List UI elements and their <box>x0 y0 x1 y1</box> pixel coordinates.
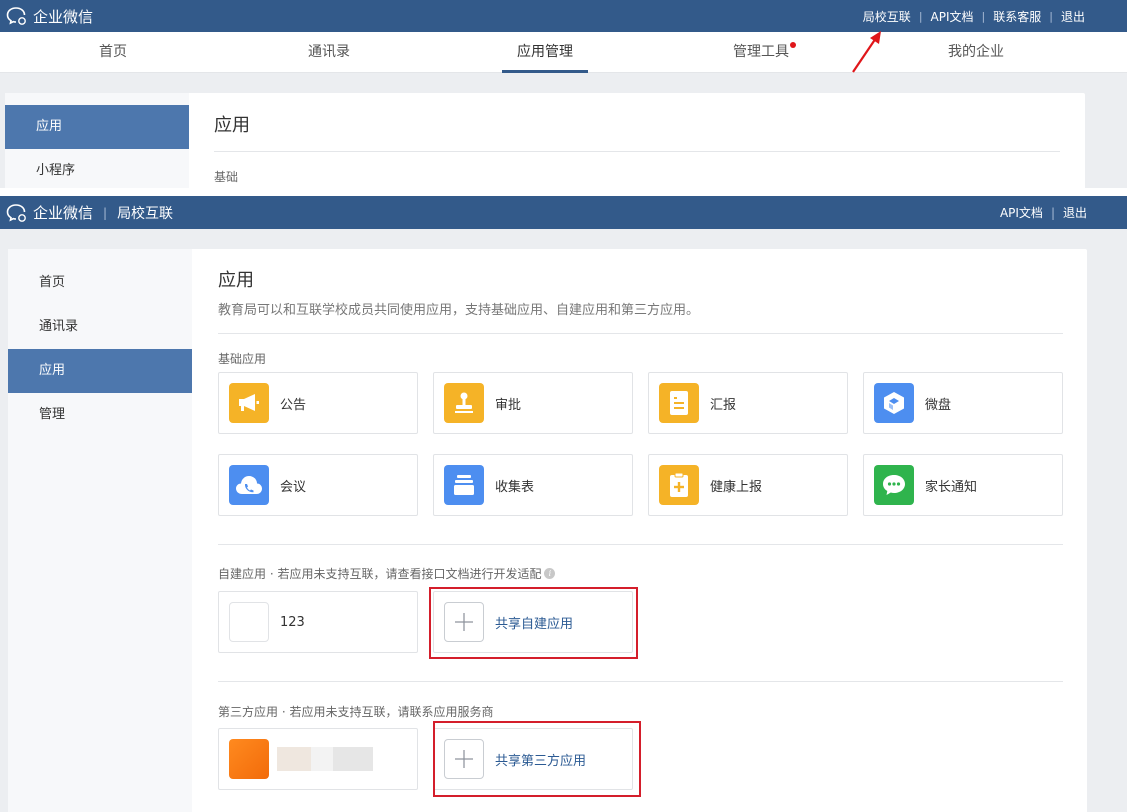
bottom-header-bar: 企业微信 | 局校互联 API文档 | 退出 <box>0 196 1127 229</box>
wecom-logo-icon <box>6 203 26 222</box>
basic-apps-label: 基础应用 <box>218 352 267 366</box>
app-tile-third-party[interactable] <box>218 728 418 790</box>
page-title: 应用 <box>214 115 250 136</box>
custom-apps-label: 自建应用 · 若应用未支持互联，请查看接口文档进行开发适配 i <box>218 565 556 582</box>
link-contact-support[interactable]: 联系客服 <box>993 8 1041 25</box>
wecom-logo-icon <box>6 7 26 25</box>
separator: | <box>103 205 108 220</box>
app-tile-announcement[interactable]: 公告 <box>218 372 418 434</box>
page-title: 应用 <box>218 270 254 291</box>
brand-subtitle: 局校互联 <box>117 205 174 222</box>
separator: | <box>918 9 923 23</box>
divider <box>218 544 1063 545</box>
main-nav: 首页 通讯录 应用管理 管理工具 我的企业 <box>0 32 1127 73</box>
bottom-content-card: 首页 通讯录 应用 管理 应用 教育局可以和互联学校成员共同使用应用，支持基础应… <box>8 249 1087 812</box>
link-api-docs[interactable]: API文档 <box>931 8 974 25</box>
cloud-phone-icon <box>229 465 269 505</box>
sidebar-item-home[interactable]: 首页 <box>8 261 192 305</box>
blurred-app-name <box>277 747 373 771</box>
cube-drive-icon <box>874 383 914 423</box>
top-links: API文档 | 退出 <box>1000 196 1087 229</box>
page-description: 教育局可以和互联学校成员共同使用应用，支持基础应用、自建应用和第三方应用。 <box>218 303 700 318</box>
app-tile-health-report[interactable]: 健康上报 <box>648 454 848 516</box>
divider <box>214 151 1060 152</box>
top-screenshot: 企业微信 局校互联 | API文档 | 联系客服 | 退出 首页 通讯录 应用管… <box>0 0 1127 188</box>
app-tile-report[interactable]: 汇报 <box>648 372 848 434</box>
separator: | <box>1050 205 1055 220</box>
sidebar-item-management[interactable]: 管理 <box>8 393 192 437</box>
sidebar-item-apps[interactable]: 应用 <box>5 105 189 149</box>
nav-home[interactable]: 首页 <box>88 32 138 73</box>
highlight-box <box>433 721 641 797</box>
app-tile-meeting[interactable]: 会议 <box>218 454 418 516</box>
custom-apps-label-text: 自建应用 · 若应用未支持互联，请查看接口文档进行开发适配 <box>218 567 542 581</box>
app-tile-collection-form[interactable]: 收集表 <box>433 454 633 516</box>
app-tile-drive[interactable]: 微盘 <box>863 372 1063 434</box>
nav-my-enterprise[interactable]: 我的企业 <box>941 32 1011 73</box>
top-links: 局校互联 | API文档 | 联系客服 | 退出 <box>863 0 1085 32</box>
brand[interactable]: 企业微信 <box>6 0 93 32</box>
app-name: 会议 <box>280 479 307 495</box>
sidebar-item-contacts[interactable]: 通讯录 <box>8 305 192 349</box>
separator: | <box>1049 9 1053 23</box>
link-school-interconnect[interactable]: 局校互联 <box>863 8 911 25</box>
bottom-sidebar: 首页 通讯录 应用 管理 <box>8 249 192 812</box>
red-arrow-annotation <box>852 31 881 73</box>
highlight-box <box>429 587 638 659</box>
chat-bubble-icon <box>874 465 914 505</box>
report-icon <box>659 383 699 423</box>
app-name: 收集表 <box>495 479 535 495</box>
app-name: 家长通知 <box>925 479 978 495</box>
notification-dot <box>790 42 796 48</box>
link-logout[interactable]: 退出 <box>1061 8 1085 25</box>
app-tile-approval[interactable]: 审批 <box>433 372 633 434</box>
nav-contacts[interactable]: 通讯录 <box>300 32 358 73</box>
bottom-screenshot: 企业微信 | 局校互联 API文档 | 退出 首页 通讯录 应用 管理 应用 教… <box>0 196 1127 812</box>
brand-name: 企业微信 <box>33 7 94 26</box>
blurred-app-logo-icon <box>229 739 269 779</box>
stamp-icon <box>444 383 484 423</box>
megaphone-icon <box>229 383 269 423</box>
brand[interactable]: 企业微信 | 局校互联 <box>6 196 173 229</box>
app-name: 微盘 <box>925 397 952 413</box>
sidebar-item-apps[interactable]: 应用 <box>8 349 192 393</box>
divider <box>218 681 1063 682</box>
info-icon[interactable]: i <box>544 568 556 579</box>
clipboard-plus-icon <box>659 465 699 505</box>
app-name: 123 <box>280 614 305 630</box>
stack-icon <box>444 465 484 505</box>
app-name: 汇报 <box>710 397 737 413</box>
third-party-apps-label: 第三方应用 · 若应用未支持互联，请联系应用服务商 <box>218 705 494 719</box>
divider <box>218 333 1063 334</box>
app-name: 公告 <box>280 397 307 413</box>
app-placeholder-icon <box>229 602 269 642</box>
app-tile-parent-notice[interactable]: 家长通知 <box>863 454 1063 516</box>
top-header-bar: 企业微信 局校互联 | API文档 | 联系客服 | 退出 <box>0 0 1127 32</box>
nav-management-tools[interactable]: 管理工具 <box>725 32 797 73</box>
separator: | <box>981 9 986 23</box>
nav-app-management[interactable]: 应用管理 <box>502 32 588 73</box>
brand-name: 企业微信 <box>33 204 94 222</box>
app-name: 审批 <box>495 397 522 413</box>
link-logout[interactable]: 退出 <box>1063 204 1087 221</box>
link-api-docs[interactable]: API文档 <box>1000 204 1043 221</box>
top-content-card: 应用 小程序 应用 基础 <box>5 93 1085 188</box>
app-name: 健康上报 <box>710 479 763 495</box>
section-label: 基础 <box>214 170 239 184</box>
top-sidebar: 应用 小程序 <box>5 93 189 188</box>
sidebar-item-mini-programs[interactable]: 小程序 <box>5 149 189 188</box>
app-tile-custom-123[interactable]: 123 <box>218 591 418 653</box>
